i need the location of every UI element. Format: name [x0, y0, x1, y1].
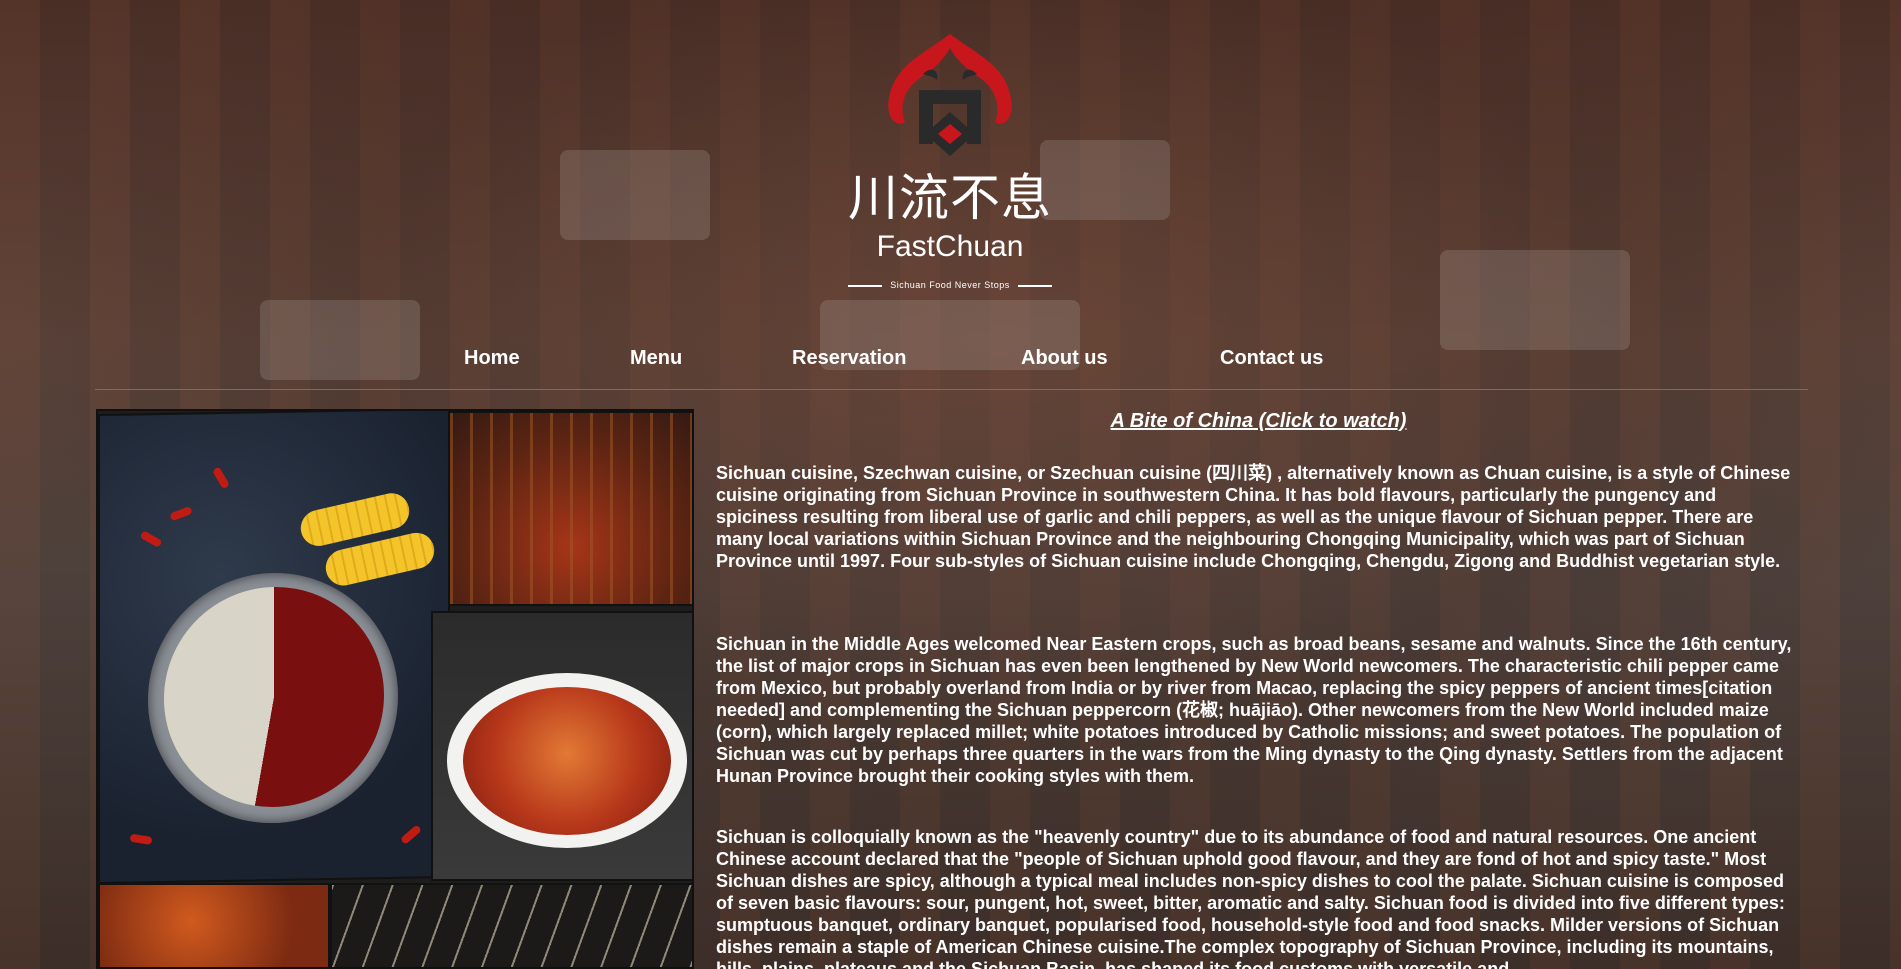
brand-chinese-name: 川流不息 — [848, 169, 1052, 227]
flavours-paragraph: Sichuan is colloquially known as the "he… — [716, 827, 1785, 969]
main-content: A Bite of China (Click to watch) Sichuan… — [716, 409, 1801, 969]
brand-tagline: Sichuan Food Never Stops — [890, 280, 1010, 290]
tagline-group: Sichuan Food Never Stops — [848, 278, 1052, 292]
nav-reservation[interactable]: Reservation — [792, 344, 907, 372]
chopsticks-photo — [330, 883, 692, 967]
chili-decoration — [400, 824, 422, 845]
tagline-rule-left — [848, 285, 882, 287]
video-link[interactable]: A Bite of China (Click to watch) — [716, 409, 1801, 433]
logo-emblem-icon — [888, 34, 1012, 156]
bowl-soup — [463, 687, 671, 835]
nav-divider — [95, 389, 1808, 390]
hotpot-photo — [98, 411, 450, 885]
chili-decoration — [129, 833, 153, 845]
intro-paragraph: Sichuan cuisine, Szechwan cuisine, or Sz… — [716, 463, 1791, 571]
noodle-bowl-photo — [431, 611, 692, 881]
history-paragraph: Sichuan in the Middle Ages welcomed Near… — [716, 634, 1792, 786]
nav-contact-us[interactable]: Contact us — [1220, 344, 1323, 372]
site-header: 川流不息 FastChuan Sichuan Food Never Stops — [0, 0, 1901, 300]
chili-decoration — [169, 505, 193, 522]
food-photo-collage — [96, 409, 694, 969]
spicy-chicken-photo — [98, 883, 330, 967]
brand-logo[interactable]: 川流不息 FastChuan Sichuan Food Never Stops — [840, 26, 1060, 301]
page: 川流不息 FastChuan Sichuan Food Never Stops … — [0, 0, 1901, 969]
chili-decoration — [139, 530, 163, 548]
nav-home[interactable]: Home — [464, 344, 520, 372]
tagline-rule-right — [1018, 285, 1052, 287]
skewers-photo — [448, 411, 692, 606]
nav-about-us[interactable]: About us — [1021, 344, 1108, 372]
brand-english-name: FastChuan — [876, 230, 1024, 263]
chili-decoration — [212, 466, 230, 490]
main-nav: Home Menu Reservation About us Contact u… — [0, 330, 1901, 384]
nav-menu[interactable]: Menu — [630, 344, 682, 372]
